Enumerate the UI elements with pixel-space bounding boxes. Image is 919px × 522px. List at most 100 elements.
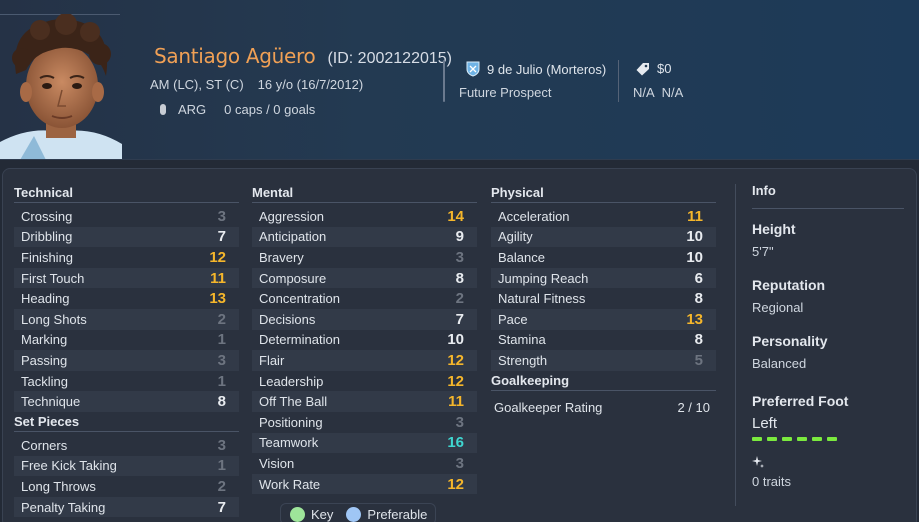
attribute-label: Agility [498,229,533,245]
legend-key-label: Key [311,506,334,522]
attribute-label: Natural Fitness [498,291,586,307]
foot-bar-segment [782,437,792,441]
attribute-row[interactable]: Finishing 12 [14,247,239,268]
nationality-code[interactable]: ARG [178,102,206,117]
attribute-row[interactable]: Pace 13 [491,308,716,330]
attribute-value: 7 [217,228,226,246]
contract-na-1: N/A [633,85,655,100]
player-portrait [0,14,122,160]
attribute-row[interactable]: Work Rate 12 [252,473,477,495]
club-crest-icon [466,61,480,77]
attribute-row[interactable]: Agility 10 [491,226,716,248]
attribute-row[interactable]: Off The Ball 11 [252,391,477,412]
attribute-value: 12 [447,475,464,493]
physical-list: Acceleration 11 Agility 10 Balance 10 Jumping … [491,206,716,371]
attribute-row[interactable]: Composure 8 [252,267,477,289]
attribute-label: Heading [21,291,70,307]
info-divider [735,184,736,506]
attribute-value: 10 [686,248,703,266]
section-title-physical: Physical [491,183,716,203]
attribute-value: 3 [217,436,226,454]
foot-bar-segment [812,437,822,441]
nationality-row: ARG 0 caps / 0 goals [160,102,315,117]
reputation-label: Reputation [752,277,826,293]
attribute-row[interactable]: Corners 3 [14,435,239,456]
attribute-row[interactable]: Long Throws 2 [14,476,239,497]
technical-list: Crossing 3 Dribbling 7 Finishing 12 First Touc… [14,206,239,412]
attribute-value: 7 [455,310,464,328]
attribute-row[interactable]: Strength 5 [491,350,716,371]
attribute-row[interactable]: Stamina 8 [491,330,716,351]
attribute-row[interactable]: Concentration 2 [252,288,477,309]
technical-column: Technical Crossing 3 Dribbling 7 Finishing 12… [14,183,239,518]
attribute-value: 2 [217,477,226,495]
flag-icon [160,104,166,115]
attribute-label: Long Shots [21,311,87,327]
attribute-row[interactable]: Decisions 7 [252,308,477,330]
attribute-row[interactable]: Passing 3 [14,350,239,371]
attribute-row[interactable]: Penalty Taking 7 [14,496,239,518]
attribute-row[interactable]: Crossing 3 [14,206,239,227]
attribute-row[interactable]: Marking 1 [14,330,239,351]
attribute-row[interactable]: Balance 10 [491,247,716,268]
attribute-row[interactable]: Free Kick Taking 1 [14,455,239,477]
attribute-label: Off The Ball [259,394,328,410]
traits-count[interactable]: 0 traits [752,474,904,489]
attribute-row[interactable]: Leadership 12 [252,371,477,392]
club-name[interactable]: 9 de Julio (Morteros) [487,62,606,77]
attribute-row[interactable]: Aggression 14 [252,206,477,227]
attribute-label: Pace [498,311,528,327]
attribute-value: 3 [455,413,464,431]
attribute-row[interactable]: Tackling 1 [14,371,239,392]
attribute-value: 14 [447,207,464,225]
attribute-value: 12 [447,351,464,369]
attribute-value: 13 [686,310,703,328]
section-title-goalkeeping: Goalkeeping [491,371,716,391]
club-row[interactable]: 9 de Julio (Morteros) [466,61,606,77]
attribute-row[interactable]: Heading 13 [14,288,239,309]
attribute-row[interactable]: Anticipation 9 [252,226,477,248]
price-tag-icon [636,62,649,75]
traits-block[interactable]: 0 traits [752,455,904,489]
attribute-row[interactable]: Natural Fitness 8 [491,288,716,309]
attribute-row[interactable]: Technique 8 [14,391,239,412]
goalkeeper-rating-value: 2 / 10 [677,399,710,415]
player-header: Santiago Agüero (ID: 2002122015) AM (LC)… [0,0,919,160]
attribute-row[interactable]: Determination 10 [252,330,477,351]
attribute-row[interactable]: Long Shots 2 [14,308,239,330]
attribute-value: 11 [448,393,464,411]
attribute-row[interactable]: Dribbling 7 [14,226,239,248]
mental-list: Aggression 14 Anticipation 9 Bravery 3 Composu… [252,206,477,495]
player-name: Santiago Agüero [154,44,316,68]
attribute-value: 3 [455,454,464,472]
attribute-row[interactable]: Acceleration 11 [491,206,716,227]
height-value: 5'7" [752,244,774,259]
attribute-value: 11 [210,269,226,287]
attribute-row[interactable]: Bravery 3 [252,247,477,268]
player-id: (ID: 2002122015) [327,50,452,67]
attribute-value: 9 [455,228,464,246]
section-title-technical: Technical [14,183,239,203]
attribute-row[interactable]: Flair 12 [252,350,477,371]
attribute-label: Positioning [259,414,323,430]
physical-column: Physical Acceleration 11 Agility 10 Balance 1… [491,183,716,415]
attribute-value: 1 [217,457,226,475]
header-divider-2 [618,60,619,102]
attribute-row[interactable]: First Touch 11 [14,267,239,289]
attribute-label: Determination [259,332,340,348]
attribute-row[interactable]: Vision 3 [252,453,477,474]
attribute-value: 2 [455,290,464,308]
attribute-label: Long Throws [21,478,96,494]
attribute-label: Free Kick Taking [21,458,117,474]
section-title-set-pieces: Set Pieces [14,412,239,432]
attribute-row[interactable]: Teamwork 16 [252,432,477,454]
attribute-value: 16 [447,434,464,452]
attribute-label: Composure [259,270,327,286]
attribute-label: Penalty Taking [21,499,106,515]
attribute-label: Jumping Reach [498,270,589,286]
personality-label: Personality [752,333,828,349]
attribute-row[interactable]: Jumping Reach 6 [491,267,716,289]
attribute-row[interactable]: Positioning 3 [252,412,477,433]
goalkeeper-rating-row: Goalkeeper Rating 2 / 10 [491,394,716,415]
caps-goals: 0 caps / 0 goals [224,102,316,117]
